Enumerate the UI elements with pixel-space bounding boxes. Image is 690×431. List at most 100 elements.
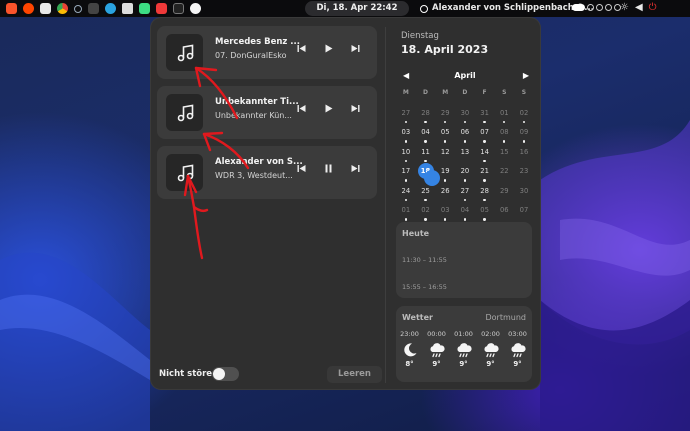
calendar-day[interactable]: 01 (494, 107, 514, 127)
calendar-day[interactable]: 07 (475, 126, 495, 146)
media-notification[interactable]: Mercedes Benz ... 07. DonGuralEsko (157, 26, 377, 79)
day-number: 03 (440, 206, 450, 214)
brightness-icon: ☼ (620, 2, 629, 13)
calendar-day[interactable]: 09 (514, 126, 534, 146)
workspace-indicator[interactable] (572, 4, 621, 11)
calendar-week: 27 28 29 30 31 01 02 (396, 107, 534, 127)
weather-card[interactable]: Wetter Dortmund 23:00 8° 00:00 9° 01:00 9° 02:… (396, 306, 532, 382)
audio-icon[interactable] (122, 3, 133, 14)
weekday-header: F (482, 89, 487, 96)
clear-button[interactable]: Leeren (327, 366, 382, 383)
workspace-active[interactable] (572, 4, 585, 11)
media-controls (297, 104, 360, 113)
reddit-icon[interactable] (23, 3, 34, 14)
previous-track-icon[interactable] (297, 44, 306, 53)
calendar-day[interactable]: 06 (494, 204, 514, 224)
media-title-text: Alexander von Schlippenbach &... (432, 3, 594, 13)
chevron-right-icon[interactable]: ▶ (523, 71, 529, 80)
clock[interactable]: Di, 18. Apr 22:42 (305, 1, 409, 16)
calendar-day[interactable]: 15 (494, 146, 514, 166)
calendar-day[interactable]: 12 (435, 146, 455, 166)
calendar-day[interactable]: 16 (514, 146, 534, 166)
calendar-day[interactable]: 03 (396, 126, 416, 146)
calendar-day-today[interactable]: 18 (416, 163, 441, 186)
calendar-day[interactable]: 30 (455, 107, 475, 127)
calendar-day[interactable]: 27 (396, 107, 416, 127)
media-notification[interactable]: Alexander von S... WDR 3, Westdeut... (157, 146, 377, 199)
calendar-day[interactable]: 14 (475, 146, 495, 166)
workspace-dot[interactable] (587, 4, 594, 11)
calendar-day[interactable]: 07 (514, 204, 534, 224)
weather-title: Wetter (402, 313, 433, 322)
event-time: 15:55 – 16:55 (402, 283, 447, 291)
chevron-left-icon[interactable]: ◀ (403, 71, 409, 80)
media-notification[interactable]: Unbekannter Ti... Unbekannter Kün... (157, 86, 377, 139)
forecast-hour: 01:00 9° (450, 330, 477, 368)
calendar-day[interactable]: 06 (455, 126, 475, 146)
app-icon[interactable] (190, 3, 201, 14)
calendar-weekday: Dienstag (401, 31, 439, 41)
play-icon[interactable] (324, 104, 333, 113)
day-number: 02 (421, 206, 430, 214)
system-menu[interactable]: ☼ ◀ ⏻ (620, 2, 657, 13)
chrome-icon[interactable] (57, 3, 68, 14)
calendar-day[interactable]: 21 (475, 165, 495, 185)
calendar-day[interactable]: 13 (455, 146, 475, 166)
brave-icon[interactable] (6, 3, 17, 14)
workspace-dot[interactable] (605, 4, 612, 11)
calendar-day[interactable]: 27 (455, 185, 475, 205)
workspace-dot[interactable] (596, 4, 603, 11)
calendar-day[interactable]: 29 (435, 107, 455, 127)
calendar-week: 17 18 19 20 21 22 23 (396, 163, 534, 186)
calendar-day[interactable]: 02 (416, 204, 436, 224)
calendar-day[interactable]: 31 (475, 107, 495, 127)
event-dot (483, 218, 486, 221)
terminal-icon[interactable] (173, 3, 184, 14)
events-card[interactable]: Heute 11:30 – 11:55 15:55 – 16:55 (396, 222, 532, 298)
calendar-day[interactable]: 20 (455, 165, 475, 185)
calendar-date[interactable]: 18. April 2023 (401, 43, 488, 56)
calendar-day[interactable]: 01 (396, 204, 416, 224)
previous-track-icon[interactable] (297, 104, 306, 113)
event-dot (483, 140, 486, 143)
telegram-icon[interactable] (105, 3, 116, 14)
slack-icon[interactable] (88, 3, 99, 14)
calendar-day[interactable]: 19 (435, 165, 455, 185)
previous-track-icon[interactable] (297, 164, 306, 173)
calendar-day[interactable]: 05 (475, 204, 495, 224)
calendar-day[interactable]: 28 (475, 185, 495, 205)
calendar-day[interactable]: 04 (455, 204, 475, 224)
vivaldi-icon[interactable] (156, 3, 167, 14)
calendar-day[interactable]: 25 (416, 185, 436, 205)
calendar-day[interactable]: 28 (416, 107, 436, 127)
event-dot (404, 159, 408, 162)
calendar-day[interactable]: 03 (435, 204, 455, 224)
calendar-day[interactable]: 29 (494, 185, 514, 205)
files-icon[interactable] (40, 3, 51, 14)
android-icon[interactable] (139, 3, 150, 14)
calendar-day[interactable]: 08 (494, 126, 514, 146)
day-number: 29 (499, 186, 509, 195)
calendar-day[interactable]: 05 (435, 126, 455, 146)
calendar-day[interactable]: 24 (396, 185, 416, 205)
calendar-day[interactable]: 02 (514, 107, 534, 127)
pause-icon[interactable] (324, 164, 333, 173)
media-indicator[interactable]: Alexander von Schlippenbach &... (420, 0, 594, 17)
calendar-day[interactable]: 17 (396, 165, 416, 185)
next-track-icon[interactable] (351, 44, 360, 53)
next-track-icon[interactable] (351, 104, 360, 113)
search-icon[interactable] (74, 4, 82, 13)
event-dot (463, 140, 467, 143)
dnd-toggle[interactable] (212, 367, 239, 381)
calendar-day[interactable]: 26 (435, 185, 455, 205)
play-icon[interactable] (324, 44, 333, 53)
next-track-icon[interactable] (351, 164, 360, 173)
calendar-day[interactable]: 10 (396, 146, 416, 166)
day-number: 01 (401, 206, 411, 214)
day-number: 04 (460, 206, 470, 214)
calendar-day[interactable]: 30 (514, 185, 534, 205)
calendar-day[interactable]: 23 (514, 165, 534, 185)
calendar-day[interactable]: 04 (416, 126, 436, 146)
event-dot (483, 120, 486, 123)
calendar-day[interactable]: 22 (494, 165, 514, 185)
